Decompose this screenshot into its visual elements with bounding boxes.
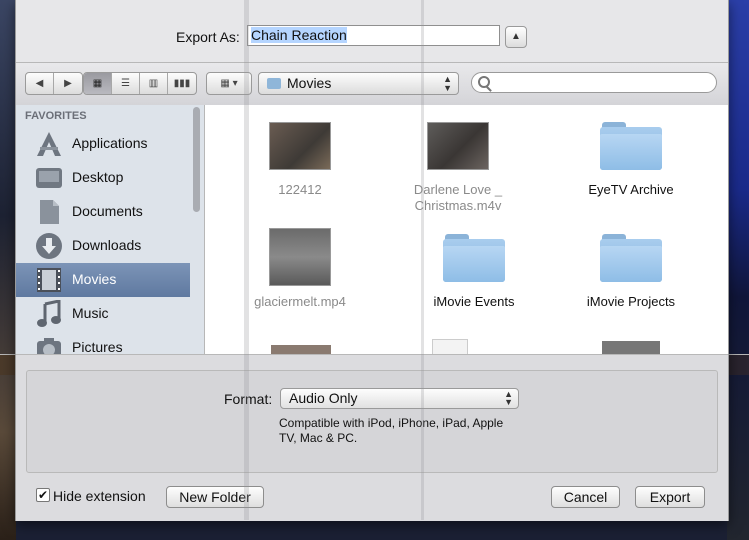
hide-extension-label: Hide extension bbox=[53, 488, 146, 504]
sidebar: FAVORITES Applications Desktop Documents bbox=[16, 105, 205, 354]
view-mode-control: ▦ ☰ ▥ ▮▮▮ bbox=[83, 72, 197, 95]
list-view-button[interactable]: ☰ bbox=[112, 73, 140, 94]
sidebar-item-label: Desktop bbox=[72, 169, 124, 185]
checkmark-icon: ✔ bbox=[37, 488, 49, 502]
sidebar-heading: FAVORITES bbox=[25, 110, 87, 122]
folder-icon bbox=[600, 122, 662, 170]
icon-view-button[interactable]: ▦ bbox=[84, 73, 112, 94]
file-name-line2: Christmas.m4v bbox=[414, 198, 502, 213]
background-left-strip bbox=[0, 0, 16, 540]
applications-icon bbox=[37, 132, 61, 156]
hide-extension-checkbox[interactable]: ✔ bbox=[36, 488, 50, 502]
list-view-icon: ☰ bbox=[121, 78, 130, 89]
column-view-icon: ▥ bbox=[148, 78, 159, 89]
column-view-button[interactable]: ▥ bbox=[140, 73, 168, 94]
sidebar-item-label: Pictures bbox=[72, 339, 123, 354]
folder-item-imovie-events[interactable]: iMovie Events bbox=[414, 234, 534, 310]
updown-arrows-icon: ▲ ▼ bbox=[443, 74, 452, 93]
options-box: Format: Audio Only ▲ ▼ Compatible with iP… bbox=[26, 370, 718, 473]
file-name: glaciermelt.mp4 bbox=[254, 294, 346, 309]
export-options-area: Format: Audio Only ▲ ▼ Compatible with iP… bbox=[16, 354, 728, 521]
sidebar-item-label: Documents bbox=[72, 203, 143, 219]
sidebar-item-desktop[interactable]: Desktop bbox=[16, 161, 190, 195]
sidebar-item-music[interactable]: Music bbox=[16, 297, 190, 331]
arrange-menu-button[interactable]: ▦ ▾ bbox=[206, 72, 252, 95]
updown-arrows-icon: ▲ ▼ bbox=[504, 389, 513, 407]
chevron-up-icon: ▲ bbox=[511, 31, 521, 42]
browser-toolbar: ◀ ▶ ▦ ☰ ▥ ▮▮▮ ▦ ▾ Movies ▲ ▼ bbox=[16, 62, 728, 106]
folder-item-imovie-projects[interactable]: iMovie Projects bbox=[571, 234, 691, 310]
sidebar-item-label: Movies bbox=[72, 271, 117, 287]
sidebar-item-downloads[interactable]: Downloads bbox=[16, 229, 190, 263]
export-sheet: Export As: Chain Reaction ▲ ◀ ▶ ▦ ☰ ▥ ▮▮… bbox=[15, 0, 729, 521]
sidebar-item-label: Downloads bbox=[72, 237, 142, 253]
search-icon bbox=[478, 76, 490, 88]
sidebar-scrollbar[interactable] bbox=[193, 107, 200, 212]
file-name: 122412 bbox=[278, 182, 322, 197]
file-browser: 122412 Darlene Love _ Christmas.m4v EyeTV… bbox=[205, 105, 728, 354]
format-value: Audio Only bbox=[289, 390, 358, 406]
cancel-button[interactable]: Cancel bbox=[551, 486, 620, 508]
icon-view-icon: ▦ bbox=[92, 78, 103, 89]
pictures-icon bbox=[37, 338, 61, 354]
file-name: iMovie Events bbox=[433, 294, 515, 309]
file-name: Darlene Love _ Christmas.m4v bbox=[398, 182, 518, 214]
sidebar-item-movies[interactable]: Movies bbox=[16, 263, 190, 297]
location-label: Movies bbox=[287, 75, 332, 91]
file-item-122412[interactable]: 122412 bbox=[240, 122, 360, 198]
format-label: Format: bbox=[224, 391, 273, 407]
documents-icon bbox=[40, 200, 59, 224]
format-popup[interactable]: Audio Only ▲ ▼ bbox=[280, 388, 519, 409]
coverflow-view-icon: ▮▮▮ bbox=[173, 78, 191, 89]
file-item-darlene-love[interactable]: Darlene Love _ Christmas.m4v bbox=[398, 122, 518, 214]
file-name-line1: Darlene Love _ bbox=[413, 182, 503, 197]
back-forward-control: ◀ ▶ bbox=[25, 72, 83, 95]
export-as-label: Export As: bbox=[176, 29, 240, 45]
export-filename-text: Chain Reaction bbox=[251, 27, 347, 43]
sidebar-item-documents[interactable]: Documents bbox=[16, 195, 190, 229]
search-input[interactable] bbox=[471, 72, 717, 93]
desktop-icon bbox=[36, 168, 62, 188]
music-icon bbox=[37, 300, 61, 327]
folder-icon bbox=[443, 234, 505, 282]
expand-dialog-button[interactable]: ▲ bbox=[505, 26, 527, 48]
new-folder-button[interactable]: New Folder bbox=[166, 486, 264, 508]
chevron-left-icon: ◀ bbox=[35, 78, 44, 89]
partial-thumbnail-icon bbox=[271, 345, 331, 354]
sidebar-item-applications[interactable]: Applications bbox=[16, 127, 190, 161]
sidebar-item-pictures[interactable]: Pictures bbox=[16, 331, 190, 354]
format-description: Compatible with iPod, iPhone, iPad, Appl… bbox=[279, 416, 504, 445]
export-as-row: Export As: Chain Reaction ▲ bbox=[16, 0, 728, 62]
folder-icon bbox=[600, 234, 662, 282]
video-thumbnail-icon bbox=[269, 122, 331, 170]
sidebar-item-label: Applications bbox=[72, 135, 148, 151]
folder-icon bbox=[267, 78, 281, 89]
downloads-icon bbox=[36, 233, 62, 259]
arrange-icon: ▦ ▾ bbox=[220, 78, 238, 89]
partial-document-icon bbox=[432, 339, 468, 354]
file-name: EyeTV Archive bbox=[588, 182, 674, 197]
background-right-strip bbox=[727, 0, 749, 540]
partial-thumbnail-icon bbox=[602, 341, 660, 354]
coverflow-view-button[interactable]: ▮▮▮ bbox=[168, 73, 196, 94]
folder-item-eyetv-archive[interactable]: EyeTV Archive bbox=[571, 122, 691, 198]
export-filename-field[interactable]: Chain Reaction bbox=[247, 25, 500, 46]
video-thumbnail-icon bbox=[427, 122, 489, 170]
video-thumbnail-icon bbox=[269, 228, 331, 286]
location-popup[interactable]: Movies ▲ ▼ bbox=[258, 72, 459, 95]
sidebar-item-label: Music bbox=[72, 305, 109, 321]
movies-icon bbox=[37, 268, 61, 292]
back-button[interactable]: ◀ bbox=[26, 73, 54, 94]
chevron-right-icon: ▶ bbox=[64, 78, 72, 89]
file-item-glaciermelt[interactable]: glaciermelt.mp4 bbox=[240, 228, 360, 310]
forward-button[interactable]: ▶ bbox=[54, 73, 82, 94]
file-name: iMovie Projects bbox=[586, 294, 676, 309]
export-button[interactable]: Export bbox=[635, 486, 705, 508]
